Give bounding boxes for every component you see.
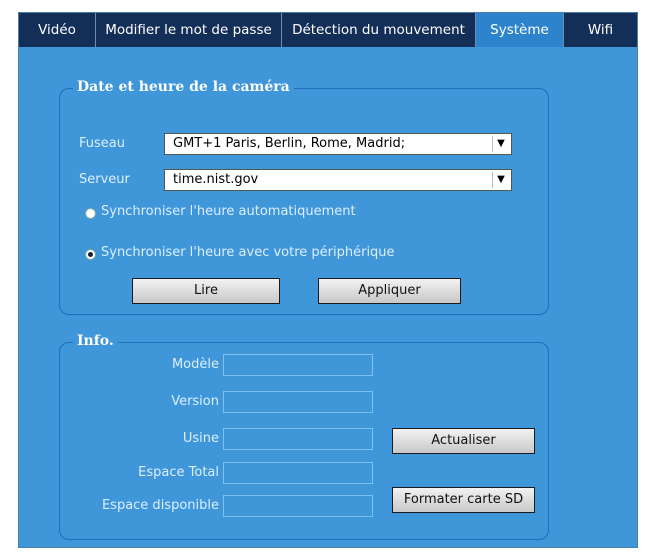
system-settings-panel: Vidéo Modifier le mot de passe Détection… <box>18 12 638 548</box>
tab-password[interactable]: Modifier le mot de passe <box>96 13 282 47</box>
datetime-legend: Date et heure de la caméra <box>73 79 294 95</box>
radio-sync-auto-label[interactable]: Synchroniser l'heure automatiquement <box>101 204 356 219</box>
radio-sync-device-label[interactable]: Synchroniser l'heure avec votre périphér… <box>101 245 395 260</box>
factory-field <box>223 428 373 450</box>
tab-system[interactable]: Système <box>476 13 564 47</box>
free-space-field <box>223 495 373 517</box>
total-space-label: Espace Total <box>138 465 219 480</box>
server-select[interactable]: time.nist.gov ▼ <box>164 169 512 191</box>
server-label: Serveur <box>79 172 130 187</box>
factory-label: Usine <box>182 431 219 446</box>
version-label: Version <box>171 394 219 409</box>
model-field <box>223 354 373 376</box>
radio-sync-device[interactable] <box>85 249 96 260</box>
refresh-button[interactable]: Actualiser <box>392 428 535 454</box>
read-button[interactable]: Lire <box>132 278 280 304</box>
timezone-select[interactable]: GMT+1 Paris, Berlin, Rome, Madrid; ▼ <box>164 133 512 155</box>
format-sd-button[interactable]: Formater carte SD <box>392 487 535 513</box>
timezone-label: Fuseau <box>79 136 125 151</box>
info-legend: Info. <box>73 333 118 349</box>
tab-video[interactable]: Vidéo <box>19 13 96 47</box>
chevron-down-icon[interactable]: ▼ <box>492 136 509 152</box>
total-space-field <box>223 462 373 484</box>
apply-button[interactable]: Appliquer <box>318 278 461 304</box>
version-field <box>223 391 373 413</box>
tab-motion-detection[interactable]: Détection du mouvement <box>282 13 476 47</box>
free-space-label: Espace disponible <box>101 498 219 513</box>
server-value: time.nist.gov <box>173 172 259 187</box>
chevron-down-icon[interactable]: ▼ <box>492 172 509 188</box>
tab-bar: Vidéo Modifier le mot de passe Détection… <box>19 13 637 47</box>
radio-sync-auto[interactable] <box>85 208 96 219</box>
tab-wifi[interactable]: Wifi <box>564 13 637 47</box>
model-label: Modèle <box>171 357 219 372</box>
timezone-value: GMT+1 Paris, Berlin, Rome, Madrid; <box>173 136 406 151</box>
